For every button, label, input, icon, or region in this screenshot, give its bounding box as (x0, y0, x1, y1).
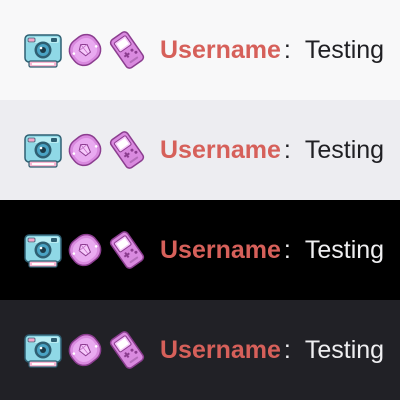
message-text: Testing (304, 235, 385, 264)
username[interactable]: Username (160, 136, 281, 165)
badge-list (22, 30, 148, 70)
camera-badge-icon[interactable] (22, 30, 64, 70)
separator: : (283, 235, 291, 264)
handheld-console-badge-icon[interactable] (106, 30, 148, 70)
gem-badge-icon[interactable] (64, 130, 106, 170)
chat-row-light-gray: Username : Testing (0, 100, 400, 200)
gem-badge-icon[interactable] (64, 330, 106, 370)
chat-row-dark: Username : Testing (0, 300, 400, 400)
username[interactable]: Username (160, 336, 281, 365)
chat-line: Username : Testing (22, 330, 384, 370)
message-text: Testing (304, 135, 385, 164)
camera-badge-icon[interactable] (22, 130, 64, 170)
gem-badge-icon[interactable] (64, 230, 106, 270)
badge-list (22, 230, 148, 270)
chat-row-black: Username : Testing (0, 200, 400, 300)
camera-badge-icon[interactable] (22, 330, 64, 370)
username[interactable]: Username (160, 36, 281, 65)
handheld-console-badge-icon[interactable] (106, 330, 148, 370)
camera-badge-icon[interactable] (22, 230, 64, 270)
separator: : (283, 35, 291, 64)
message-text: Testing (304, 335, 385, 364)
gem-badge-icon[interactable] (64, 30, 106, 70)
message-text: Testing (304, 35, 385, 64)
badge-list (22, 130, 148, 170)
handheld-console-badge-icon[interactable] (106, 130, 148, 170)
chat-row-light: Username : Testing (0, 0, 400, 100)
separator: : (283, 135, 291, 164)
separator: : (283, 335, 291, 364)
username[interactable]: Username (160, 236, 281, 265)
badge-list (22, 330, 148, 370)
chat-line: Username : Testing (22, 30, 384, 70)
chat-line: Username : Testing (22, 130, 384, 170)
chat-line: Username : Testing (22, 230, 384, 270)
handheld-console-badge-icon[interactable] (106, 230, 148, 270)
